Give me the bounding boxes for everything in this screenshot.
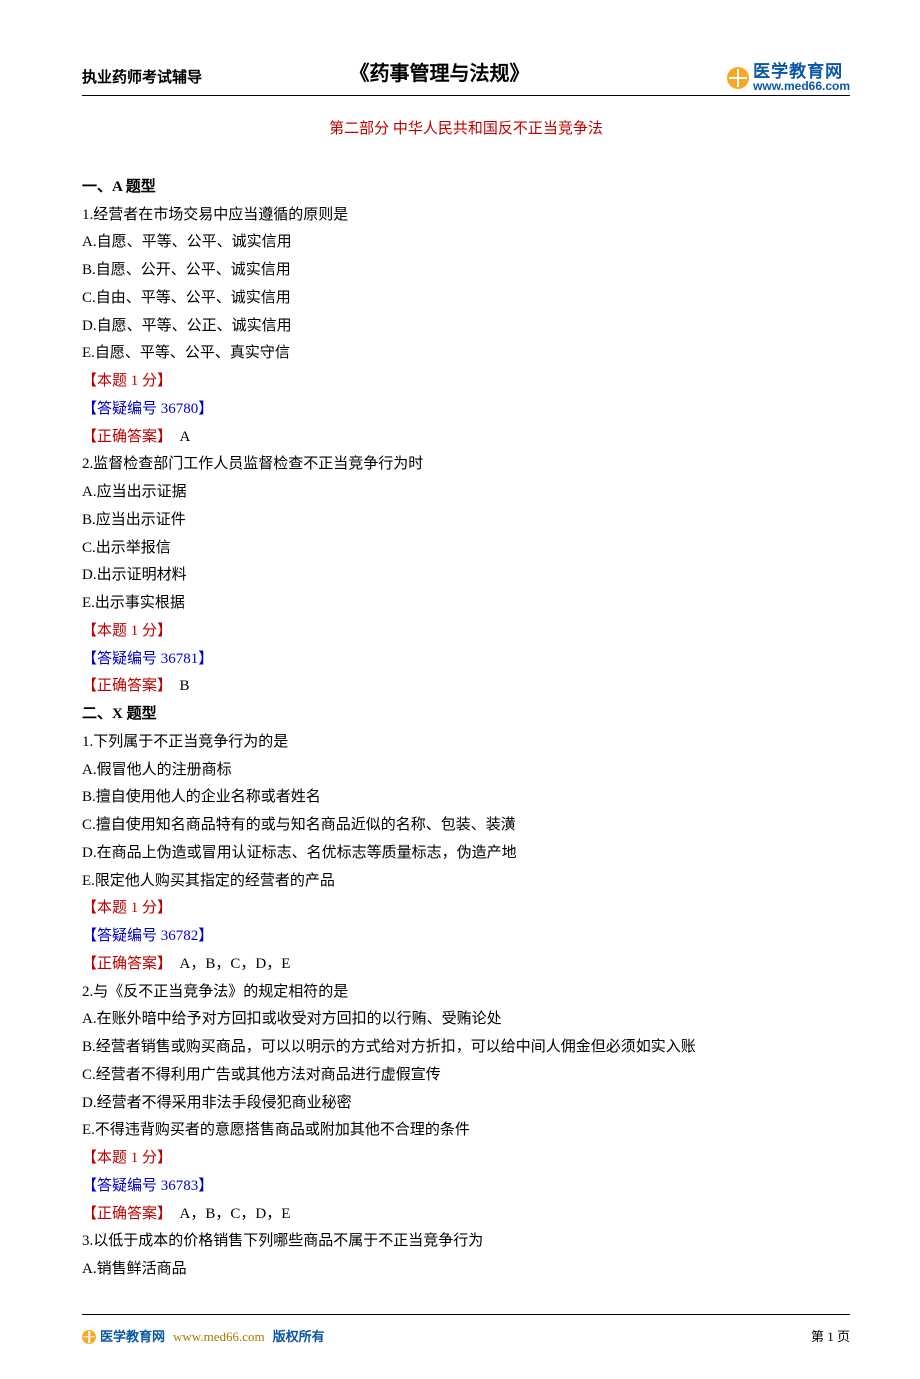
footer-left: 医学教育网 www.med66.com 版权所有 (82, 1325, 325, 1349)
q-a2-opt-d: D.出示证明材料 (82, 562, 850, 590)
q-x3-stem: 3.以低于成本的价格销售下列哪些商品不属于不正当竞争行为 (82, 1228, 850, 1256)
q-a2-opt-b: B.应当出示证件 (82, 507, 850, 535)
page-footer: 医学教育网 www.med66.com 版权所有 第 1 页 (82, 1314, 850, 1349)
logo-cn: 医学教育网 (753, 63, 850, 81)
q-x1-stem: 1.下列属于不正当竞争行为的是 (82, 729, 850, 757)
q-a1-stem: 1.经营者在市场交易中应当遵循的原则是 (82, 202, 850, 230)
footer-url: www.med66.com (173, 1325, 265, 1349)
q-a2-ref: 【答疑编号 36781】 (82, 646, 850, 674)
q-a1-opt-a: A.自愿、平等、公平、诚实信用 (82, 229, 850, 257)
q-x1-opt-c: C.擅自使用知名商品特有的或与知名商品近似的名称、包装、装潢 (82, 812, 850, 840)
answer-value: A (165, 429, 191, 445)
q-x1-answer: 【正确答案】 A，B，C，D，E (82, 951, 850, 979)
q-a1-opt-d: D.自愿、平等、公正、诚实信用 (82, 313, 850, 341)
answer-label: 【正确答案】 (82, 429, 165, 445)
brand-logo: 医学教育网 www.med66.com (727, 63, 850, 93)
q-x2-stem: 2.与《反不正当竞争法》的规定相符的是 (82, 979, 850, 1007)
answer-label: 【正确答案】 (82, 1206, 165, 1222)
q-x2-opt-d: D.经营者不得采用非法手段侵犯商业秘密 (82, 1090, 850, 1118)
q-x2-opt-b: B.经营者销售或购买商品，可以以明示的方式给对方折扣，可以给中间人佣金但必须如实… (82, 1034, 850, 1062)
q-x1-ref: 【答疑编号 36782】 (82, 923, 850, 951)
answer-label: 【正确答案】 (82, 678, 165, 694)
q-x3-opt-a: A.销售鲜活商品 (82, 1256, 850, 1284)
page-header: 执业药师考试辅导 《药事管理与法规》 医学教育网 www.med66.com (82, 56, 850, 96)
q-a2-opt-e: E.出示事实根据 (82, 590, 850, 618)
q-x1-opt-a: A.假冒他人的注册商标 (82, 757, 850, 785)
answer-value: B (165, 678, 190, 694)
section-a-heading: 一、A 题型 (82, 174, 850, 202)
logo-url: www.med66.com (753, 80, 850, 93)
q-x2-opt-c: C.经营者不得利用广告或其他方法对商品进行虚假宣传 (82, 1062, 850, 1090)
q-a1-opt-c: C.自由、平等、公平、诚实信用 (82, 285, 850, 313)
q-x2-opt-e: E.不得违背购买者的意愿搭售商品或附加其他不合理的条件 (82, 1117, 850, 1145)
q-x1-opt-d: D.在商品上伪造或冒用认证标志、名优标志等质量标志，伪造产地 (82, 840, 850, 868)
q-x2-opt-a: A.在账外暗中给予对方回扣或收受对方回扣的以行贿、受贿论处 (82, 1006, 850, 1034)
footer-logo-icon (82, 1330, 96, 1344)
q-a2-answer: 【正确答案】 B (82, 673, 850, 701)
q-a2-stem: 2.监督检查部门工作人员监督检查不正当竞争行为时 (82, 451, 850, 479)
section-title: 第二部分 中华人民共和国反不正当竞争法 (82, 116, 850, 144)
q-a1-answer: 【正确答案】 A (82, 424, 850, 452)
q-a1-ref: 【答疑编号 36780】 (82, 396, 850, 424)
answer-label: 【正确答案】 (82, 956, 165, 972)
q-a1-opt-b: B.自愿、公开、公平、诚实信用 (82, 257, 850, 285)
q-x1-opt-e: E.限定他人购买其指定的经营者的产品 (82, 868, 850, 896)
q-a1-score: 【本题 1 分】 (82, 368, 850, 396)
logo-text: 医学教育网 www.med66.com (753, 63, 850, 93)
document-title: 《药事管理与法规》 (152, 56, 727, 93)
page-number: 第 1 页 (811, 1325, 850, 1349)
q-a1-opt-e: E.自愿、平等、公平、真实守信 (82, 340, 850, 368)
q-x2-score: 【本题 1 分】 (82, 1145, 850, 1173)
answer-value: A，B，C，D，E (165, 1206, 291, 1222)
q-x2-answer: 【正确答案】 A，B，C，D，E (82, 1201, 850, 1229)
content-body: 一、A 题型 1.经营者在市场交易中应当遵循的原则是 A.自愿、平等、公平、诚实… (82, 174, 850, 1284)
answer-value: A，B，C，D，E (165, 956, 291, 972)
q-x1-score: 【本题 1 分】 (82, 895, 850, 923)
footer-copyright: 版权所有 (273, 1325, 325, 1349)
q-a2-score: 【本题 1 分】 (82, 618, 850, 646)
q-a2-opt-a: A.应当出示证据 (82, 479, 850, 507)
q-a2-opt-c: C.出示举报信 (82, 535, 850, 563)
q-x1-opt-b: B.擅自使用他人的企业名称或者姓名 (82, 784, 850, 812)
logo-icon (727, 67, 749, 89)
q-x2-ref: 【答疑编号 36783】 (82, 1173, 850, 1201)
section-x-heading: 二、X 题型 (82, 701, 850, 729)
footer-brand: 医学教育网 (100, 1325, 165, 1349)
